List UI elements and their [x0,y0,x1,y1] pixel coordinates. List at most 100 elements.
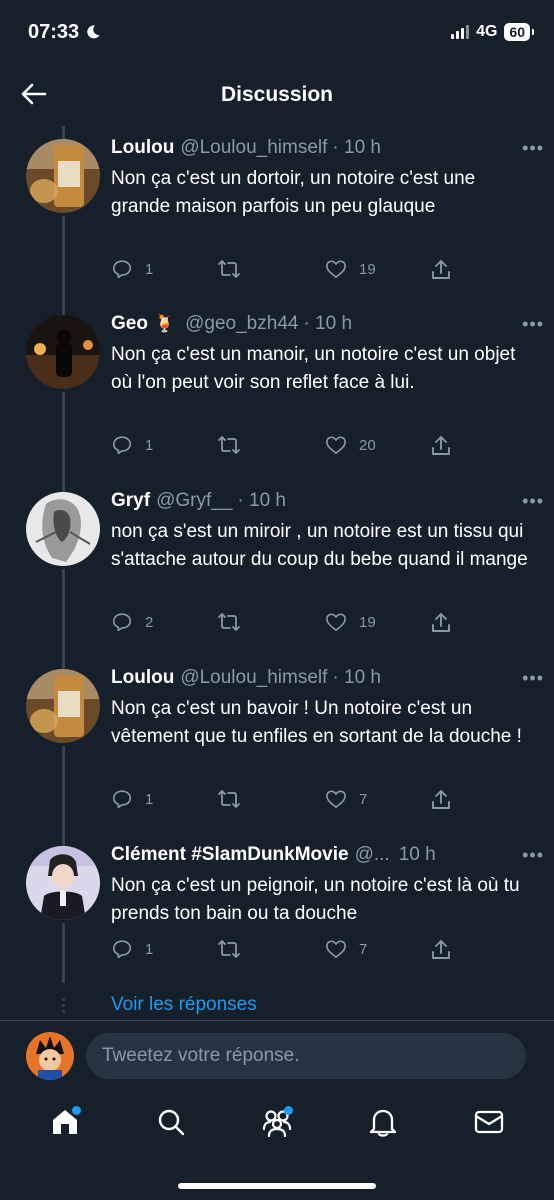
avatar[interactable] [26,315,100,389]
more-icon[interactable]: ••• [522,491,544,512]
retweet-button[interactable] [217,938,241,960]
share-button[interactable] [431,788,451,810]
like-count: 7 [359,790,368,808]
author-handle[interactable]: @Gryf__ [156,490,232,512]
tweet-header: Clément #SlamDunkMovie @... 10 h [111,842,534,868]
reply-button[interactable]: 1 [111,258,153,280]
like-button[interactable]: 20 [325,435,376,455]
like-count: 7 [359,940,368,958]
tweet-text: Non ça c'est un manoir, un notoire c'est… [111,344,516,393]
share-button[interactable] [431,434,451,456]
more-icon[interactable]: ••• [522,845,544,866]
tweet-actions: 1 19 [111,257,471,281]
reply-button[interactable]: 1 [111,938,153,960]
thread-line [62,479,65,493]
reply-button[interactable]: 2 [111,611,153,633]
status-bar: 07:33 4G 60 [0,0,554,64]
bell-icon [369,1109,397,1137]
tab-search[interactable] [151,1102,191,1142]
tab-notifications[interactable] [363,1102,403,1142]
author-name[interactable]: Loulou [111,137,174,159]
reply-button[interactable]: 1 [111,434,153,456]
tweet-time: 10 h [398,844,436,865]
heart-icon [326,790,346,808]
mail-icon [474,1110,504,1134]
avatar[interactable] [26,669,100,743]
share-icon [432,613,450,632]
author-name[interactable]: Clément #SlamDunkMovie [111,844,349,866]
author-name[interactable]: Geo [111,313,148,335]
tab-bar [0,1092,554,1152]
search-icon [158,1109,185,1136]
signal-icon [451,25,470,39]
reply-input[interactable]: Tweetez votre réponse. [86,1032,526,1079]
tweet[interactable]: Loulou @Loulou_himself · 10 h Non ça c'e… [0,126,554,302]
like-count: 19 [359,613,376,631]
share-icon [432,260,450,279]
tweet[interactable]: Gryf @Gryf__ · 10 h non ça s'est un miro… [0,479,554,656]
thread-dots [62,998,65,1014]
back-button[interactable] [18,78,50,110]
home-indicator[interactable] [178,1183,376,1189]
tweet-header: Gryf @Gryf__ · 10 h [111,488,534,514]
like-button[interactable]: 19 [325,259,376,279]
avatar[interactable] [26,1031,74,1080]
reply-icon [112,790,132,809]
author-handle[interactable]: @Loulou_himself [180,137,327,159]
avatar[interactable] [26,846,100,920]
share-button[interactable] [431,611,451,633]
tab-communities[interactable] [257,1102,297,1142]
like-button[interactable]: 7 [325,939,367,959]
retweet-button[interactable] [217,434,241,456]
retweet-icon [218,790,240,808]
heart-icon [326,940,346,958]
tweet-actions: 1 7 [111,937,471,961]
thread-line [62,216,65,302]
see-replies-link[interactable]: Voir les réponses [111,994,257,1016]
tweet[interactable]: Loulou @Loulou_himself · 10 h Non ça c'e… [0,656,554,833]
author-handle[interactable]: @Loulou_himself [180,667,327,689]
status-time: 07:33 [28,21,101,44]
like-count: 19 [359,260,376,278]
share-button[interactable] [431,938,451,960]
share-button[interactable] [431,258,451,280]
retweet-button[interactable] [217,611,241,633]
tweet[interactable]: Geo 🍹 @geo_bzh44 · 10 h Non ça c'est un … [0,302,554,479]
reply-count: 1 [145,940,154,958]
more-icon[interactable]: ••• [522,138,544,159]
author-handle[interactable]: @... [355,844,390,866]
like-button[interactable]: 7 [325,789,367,809]
reply-icon [112,613,132,632]
thread-line [62,833,65,847]
tweet-body: Loulou @Loulou_himself · 10 h Non ça c'e… [111,665,534,751]
tweet-header: Geo 🍹 @geo_bzh44 · 10 h [111,311,534,337]
retweet-button[interactable] [217,788,241,810]
clock-text: 07:33 [28,20,80,43]
tweet[interactable]: Clément #SlamDunkMovie @... 10 h Non ça … [0,833,554,983]
tweet-text: Non ça c'est un peignoir, un notoire c'e… [111,875,520,924]
avatar[interactable] [26,492,100,566]
reply-count: 2 [145,613,154,631]
tweet-time: · 10 h [332,667,381,688]
author-name[interactable]: Loulou [111,667,174,689]
like-count: 20 [359,436,376,454]
reply-button[interactable]: 1 [111,788,153,810]
tab-home[interactable] [45,1102,85,1142]
thread-line [62,746,65,833]
avatar[interactable] [26,139,100,213]
more-icon[interactable]: ••• [522,314,544,335]
heart-icon [326,613,346,631]
tweet-text: non ça s'est un miroir , un notoire est … [111,521,528,570]
author-name[interactable]: Gryf [111,490,150,512]
more-icon[interactable]: ••• [522,668,544,689]
status-indicators: 4G 60 [451,23,534,41]
author-handle[interactable]: @geo_bzh44 [185,313,298,335]
tweet-header: Loulou @Loulou_himself · 10 h [111,665,534,691]
reply-icon [112,940,132,959]
moon-icon [87,25,100,39]
tweet-actions: 1 20 [111,433,471,457]
like-button[interactable]: 19 [325,612,376,632]
retweet-button[interactable] [217,258,241,280]
tweet-text: Non ça c'est un dortoir, un notoire c'es… [111,168,476,217]
tab-messages[interactable] [469,1102,509,1142]
